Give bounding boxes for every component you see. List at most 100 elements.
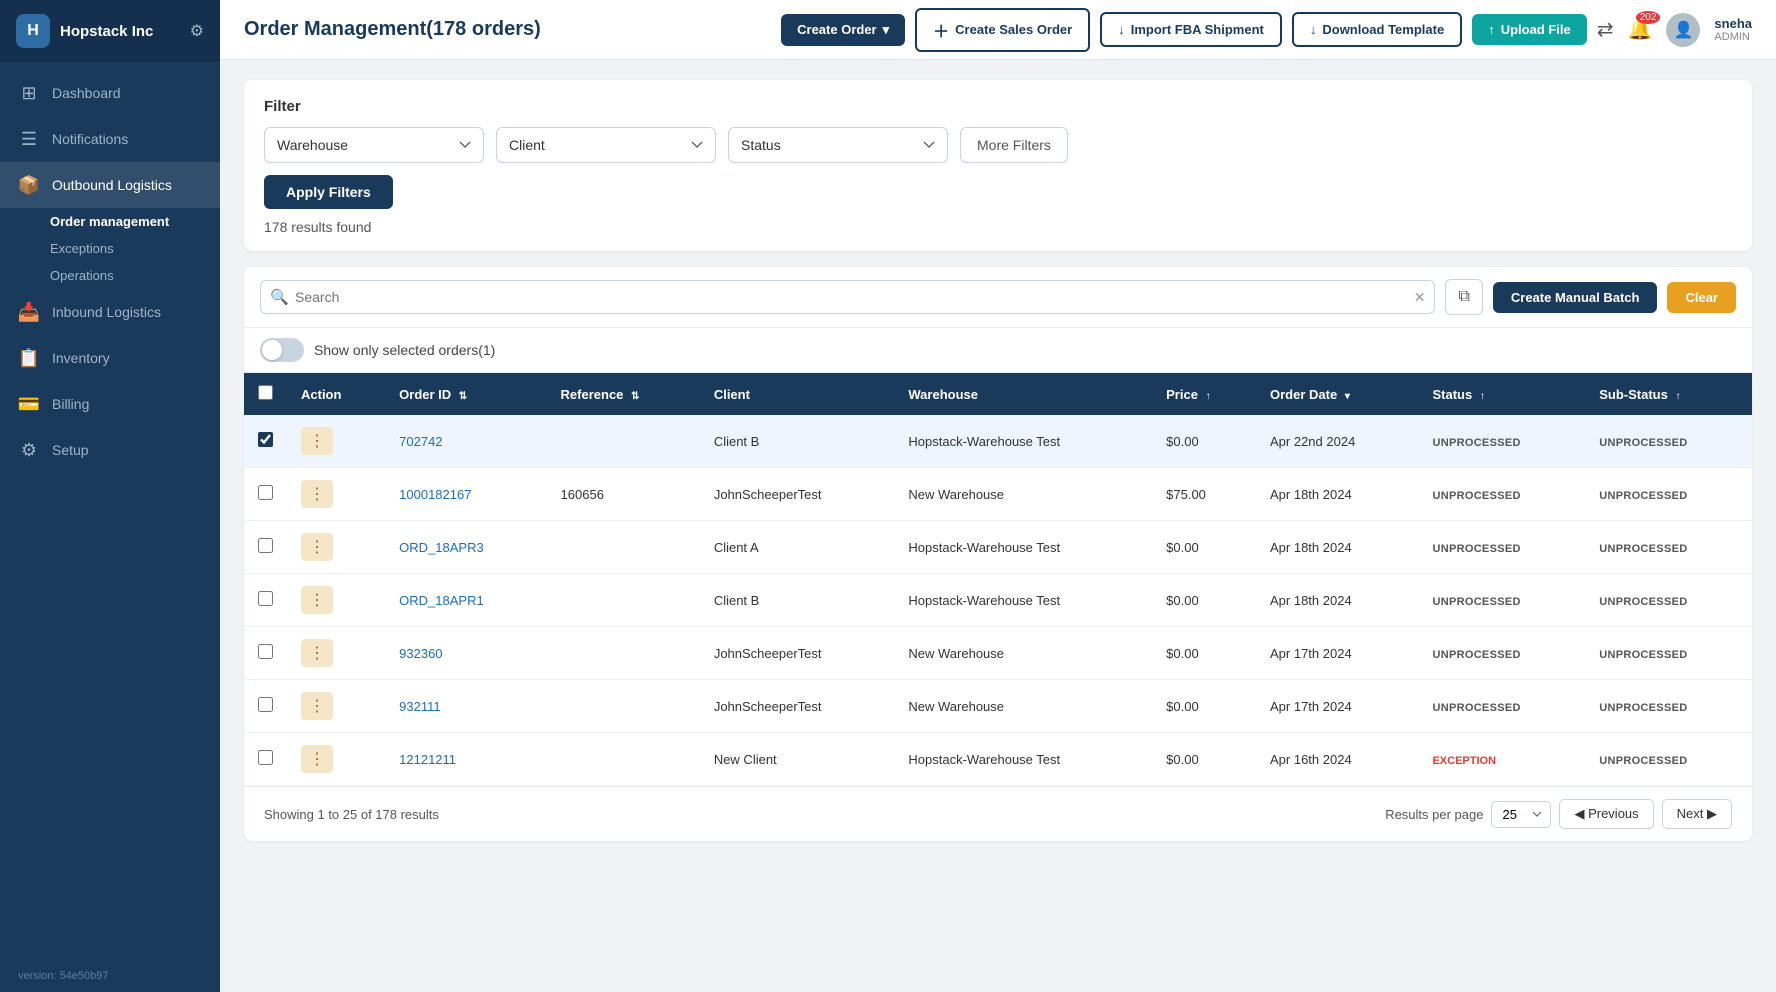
more-filters-button[interactable]: More Filters bbox=[960, 127, 1068, 163]
row-checkbox-cell[interactable] bbox=[244, 733, 287, 786]
sidebar-item-outbound[interactable]: 📦 Outbound Logistics bbox=[0, 162, 220, 208]
download-icon: ↓ bbox=[1118, 22, 1125, 37]
showing-results: Showing 1 to 25 of 178 results bbox=[264, 807, 439, 822]
row-action[interactable]: ⋮ bbox=[287, 468, 385, 521]
row-order-date: Apr 17th 2024 bbox=[1256, 680, 1418, 733]
table-scroll-container: Action Order ID ⇅ Reference ⇅ Client War… bbox=[244, 373, 1752, 786]
sidebar-item-billing[interactable]: 💳 Billing bbox=[0, 381, 220, 427]
sidebar-sub-order-management[interactable]: Order management bbox=[0, 208, 220, 235]
status-filter[interactable]: Status bbox=[728, 127, 948, 163]
search-input[interactable] bbox=[260, 280, 1435, 314]
topbar-right: ⇄ 🔔 202 👤 sneha ADMIN bbox=[1597, 13, 1752, 47]
per-page-select[interactable]: 25 50 100 bbox=[1491, 801, 1551, 828]
row-action[interactable]: ⋮ bbox=[287, 627, 385, 680]
client-filter[interactable]: Client bbox=[496, 127, 716, 163]
col-client: Client bbox=[700, 373, 895, 415]
row-warehouse: Hopstack-Warehouse Test bbox=[894, 521, 1152, 574]
row-checkbox-cell[interactable] bbox=[244, 627, 287, 680]
filter-adjust-button[interactable]: ⧉ bbox=[1445, 279, 1482, 315]
row-warehouse: New Warehouse bbox=[894, 627, 1152, 680]
clear-search-icon[interactable]: ✕ bbox=[1414, 289, 1426, 306]
create-order-button[interactable]: Create Order ▾ bbox=[781, 14, 905, 46]
row-order-id[interactable]: ORD_18APR1 bbox=[385, 574, 546, 627]
table-row: ⋮ ORD_18APR1 Client B Hopstack-Warehouse… bbox=[244, 574, 1752, 627]
row-order-id[interactable]: 932111 bbox=[385, 680, 546, 733]
sidebar-item-setup[interactable]: ⚙ Setup bbox=[0, 427, 220, 473]
sidebar-item-notifications[interactable]: ☰ Notifications bbox=[0, 116, 220, 162]
action-menu-button[interactable]: ⋮ bbox=[301, 480, 333, 508]
col-order-date[interactable]: Order Date ▾ bbox=[1256, 373, 1418, 415]
row-checkbox[interactable] bbox=[258, 644, 273, 659]
prev-page-button[interactable]: ◀ Previous bbox=[1559, 799, 1653, 829]
create-manual-batch-button[interactable]: Create Manual Batch bbox=[1493, 282, 1658, 313]
sidebar-sub-exceptions[interactable]: Exceptions bbox=[0, 235, 220, 262]
apply-filters-button[interactable]: Apply Filters bbox=[264, 175, 393, 209]
row-reference bbox=[547, 415, 700, 468]
row-action[interactable]: ⋮ bbox=[287, 415, 385, 468]
sidebar-sub-operations[interactable]: Operations bbox=[0, 262, 220, 289]
clear-button[interactable]: Clear bbox=[1667, 282, 1736, 313]
row-order-id[interactable]: 12121211 bbox=[385, 733, 546, 786]
action-menu-button[interactable]: ⋮ bbox=[301, 692, 333, 720]
next-page-button[interactable]: Next ▶ bbox=[1662, 799, 1732, 829]
row-status: EXCEPTION bbox=[1418, 733, 1585, 786]
row-warehouse: Hopstack-Warehouse Test bbox=[894, 733, 1152, 786]
row-client: Client B bbox=[700, 574, 895, 627]
row-order-id[interactable]: 1000182167 bbox=[385, 468, 546, 521]
col-price[interactable]: Price ↑ bbox=[1152, 373, 1256, 415]
select-all-header[interactable] bbox=[244, 373, 287, 415]
row-action[interactable]: ⋮ bbox=[287, 521, 385, 574]
row-checkbox-cell[interactable] bbox=[244, 415, 287, 468]
row-checkbox[interactable] bbox=[258, 485, 273, 500]
gear-icon[interactable]: ⚙ bbox=[190, 21, 204, 41]
action-menu-button[interactable]: ⋮ bbox=[301, 586, 333, 614]
action-menu-button[interactable]: ⋮ bbox=[301, 745, 333, 773]
warehouse-filter[interactable]: Warehouse bbox=[264, 127, 484, 163]
row-price: $0.00 bbox=[1152, 415, 1256, 468]
filter-row: Warehouse Client Status More Filters bbox=[264, 127, 1732, 163]
sidebar-item-inbound[interactable]: 📥 Inbound Logistics bbox=[0, 289, 220, 335]
table-row: ⋮ 1000182167 160656 JohnScheeperTest New… bbox=[244, 468, 1752, 521]
row-checkbox-cell[interactable] bbox=[244, 521, 287, 574]
app-logo: H bbox=[16, 14, 50, 48]
row-checkbox[interactable] bbox=[258, 432, 273, 447]
action-menu-button[interactable]: ⋮ bbox=[301, 427, 333, 455]
select-all-checkbox[interactable] bbox=[258, 385, 273, 400]
upload-file-button[interactable]: ↑ Upload File bbox=[1472, 14, 1587, 45]
col-sub-status[interactable]: Sub-Status ↑ bbox=[1585, 373, 1752, 415]
avatar[interactable]: 👤 bbox=[1666, 13, 1700, 47]
sidebar-item-dashboard[interactable]: ⊞ Dashboard bbox=[0, 70, 220, 116]
selected-orders-toggle[interactable] bbox=[260, 338, 304, 362]
row-action[interactable]: ⋮ bbox=[287, 680, 385, 733]
action-menu-button[interactable]: ⋮ bbox=[301, 533, 333, 561]
row-checkbox[interactable] bbox=[258, 538, 273, 553]
row-order-id[interactable]: 932360 bbox=[385, 627, 546, 680]
row-action[interactable]: ⋮ bbox=[287, 733, 385, 786]
import-fba-button[interactable]: ↓ Import FBA Shipment bbox=[1100, 12, 1282, 47]
outbound-icon: 📦 bbox=[18, 174, 40, 196]
sidebar-item-inventory[interactable]: 📋 Inventory bbox=[0, 335, 220, 381]
row-price: $75.00 bbox=[1152, 468, 1256, 521]
swap-icon[interactable]: ⇄ bbox=[1597, 17, 1614, 42]
row-price: $0.00 bbox=[1152, 521, 1256, 574]
page-title: Order Management(178 orders) bbox=[244, 18, 541, 41]
col-reference[interactable]: Reference ⇅ bbox=[547, 373, 700, 415]
table-footer: Showing 1 to 25 of 178 results Results p… bbox=[244, 786, 1752, 841]
row-checkbox[interactable] bbox=[258, 697, 273, 712]
notification-bell[interactable]: 🔔 202 bbox=[1628, 17, 1653, 42]
action-menu-button[interactable]: ⋮ bbox=[301, 639, 333, 667]
download-template-button[interactable]: ↓ Download Template bbox=[1292, 12, 1462, 47]
col-order-id[interactable]: Order ID ⇅ bbox=[385, 373, 546, 415]
col-status[interactable]: Status ↑ bbox=[1418, 373, 1585, 415]
row-checkbox[interactable] bbox=[258, 750, 273, 765]
row-order-id[interactable]: ORD_18APR3 bbox=[385, 521, 546, 574]
row-action[interactable]: ⋮ bbox=[287, 574, 385, 627]
row-order-id[interactable]: 702742 bbox=[385, 415, 546, 468]
row-checkbox-cell[interactable] bbox=[244, 680, 287, 733]
row-checkbox-cell[interactable] bbox=[244, 468, 287, 521]
content-area: Filter Warehouse Client Status More Filt… bbox=[220, 60, 1776, 992]
app-title: Hopstack Inc bbox=[60, 23, 153, 40]
create-sales-order-button[interactable]: ＋ Create Sales Order bbox=[915, 8, 1090, 52]
row-checkbox[interactable] bbox=[258, 591, 273, 606]
row-checkbox-cell[interactable] bbox=[244, 574, 287, 627]
